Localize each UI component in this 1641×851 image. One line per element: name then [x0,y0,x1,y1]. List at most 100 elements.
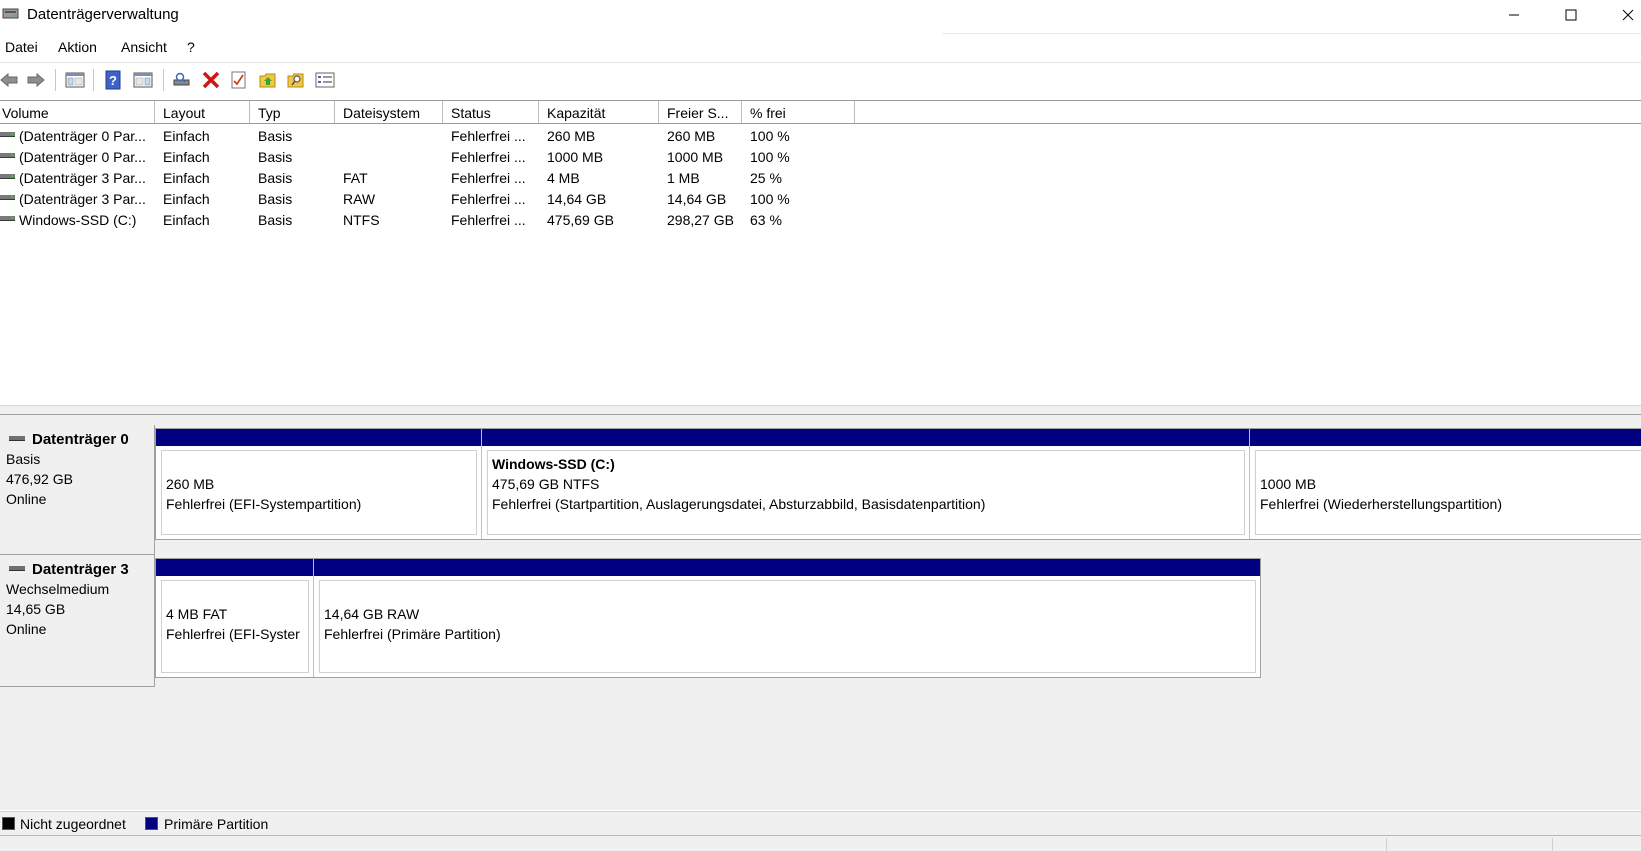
partition-status: Fehlerfrei (EFI-Systempartition) [166,496,362,512]
partition-type-bar [482,429,1249,446]
legend-label-unallocated: Nicht zugeordnet [20,816,126,832]
show-hide-console-tree-button[interactable] [63,68,87,92]
back-button[interactable] [0,68,21,92]
title-bar: Datenträgerverwaltung [0,0,1641,30]
cell-status: Fehlerfrei ... [451,170,526,186]
close-icon [1622,9,1634,21]
partition-info: 4 MB FAT Fehlerfrei (EFI-Syster [161,580,309,673]
menu-ansicht[interactable]: Ansicht [121,39,167,55]
toolbar-separator [93,69,94,91]
table-row[interactable]: (Datenträger 0 Par... Einfach Basis Fehl… [0,126,900,147]
partition-raw[interactable]: 14,64 GB RAW Fehlerfrei (Primäre Partiti… [314,559,1260,677]
column-header-volume[interactable]: Volume [0,101,155,123]
drive-icon [0,216,15,221]
partition-title: Windows-SSD (C:) [492,456,615,472]
partition-status: Fehlerfrei (Startpartition, Auslagerungs… [492,496,986,512]
disk-state: Online [6,491,47,507]
properties-button[interactable] [313,68,337,92]
cell-layout: Einfach [163,170,210,186]
minimize-icon [1509,14,1519,16]
column-header-prozent-frei[interactable]: % frei [742,101,855,123]
partition-info: 260 MB Fehlerfrei (EFI-Systempartition) [161,450,477,535]
close-button[interactable] [1605,0,1641,30]
console-tree-icon [65,72,85,88]
cell-layout: Einfach [163,212,210,228]
pane-splitter[interactable] [0,405,1641,415]
checklist-icon [231,71,246,89]
cell-kapazitaet: 14,64 GB [547,191,607,207]
disk-icon [9,436,25,441]
details-pane-button[interactable] [131,68,155,92]
folder-search-icon [287,73,304,88]
cell-typ: Basis [258,149,293,165]
menu-datei[interactable]: Datei [5,39,38,55]
disk-3-partitions: 4 MB FAT Fehlerfrei (EFI-Syster 14,64 GB… [155,558,1261,678]
minimize-button[interactable] [1491,0,1537,30]
table-row[interactable]: Windows-SSD (C:) Einfach Basis NTFS Fehl… [0,210,900,231]
table-row[interactable]: (Datenträger 0 Par... Einfach Basis Fehl… [0,147,900,168]
help-icon: ? [105,70,121,90]
cell-typ: Basis [258,128,293,144]
partition-size: 4 MB FAT [166,606,228,622]
legend-label-primary: Primäre Partition [164,816,269,832]
cell-volume: (Datenträger 3 Par... [19,191,146,207]
disk-0-partitions: 260 MB Fehlerfrei (EFI-Systempartition) … [155,428,1641,540]
cell-freier-speicher: 260 MB [667,128,716,144]
partition-efi-fat[interactable]: 4 MB FAT Fehlerfrei (EFI-Syster [156,559,314,677]
disk-state: Online [6,621,47,637]
partition-efi[interactable]: 260 MB Fehlerfrei (EFI-Systempartition) [156,429,482,539]
disk-type: Basis [6,451,41,467]
rescan-disks-icon [173,72,190,86]
table-row[interactable]: (Datenträger 3 Par... Einfach Basis RAW … [0,189,900,210]
column-header-status[interactable]: Status [443,101,539,123]
cell-freier-speicher: 14,64 GB [667,191,727,207]
table-row[interactable]: (Datenträger 3 Par... Einfach Basis FAT … [0,168,900,189]
disk-3-label[interactable]: Datenträger 3 Wechselmedium 14,65 GB Onl… [0,555,155,687]
cell-status: Fehlerfrei ... [451,191,526,207]
disk-name: Datenträger 3 [32,561,129,578]
folder-up-button[interactable] [256,68,280,92]
column-header-typ[interactable]: Typ [250,101,335,123]
column-header-freier-speicher[interactable]: Freier S... [659,101,742,123]
partition-title [166,586,308,606]
disk-type: Wechselmedium [6,581,110,597]
column-header-dateisystem[interactable]: Dateisystem [335,101,443,123]
partition-windows-ssd[interactable]: Windows-SSD (C:) 475,69 GB NTFS Fehlerfr… [482,429,1250,539]
cell-typ: Basis [258,191,293,207]
partition-type-bar [1250,429,1641,446]
delete-icon [202,71,220,89]
list-header: Volume Layout Typ Dateisystem Status Kap… [0,100,1641,124]
partition-title [324,586,1255,606]
status-separator [1386,838,1387,851]
delete-button[interactable] [199,68,223,92]
cell-status: Fehlerfrei ... [451,128,526,144]
rescan-disks-button[interactable] [170,68,194,92]
partition-title [1260,456,1641,476]
help-button[interactable]: ? [101,68,125,92]
column-header-kapazitaet[interactable]: Kapazität [539,101,659,123]
forward-button[interactable] [24,68,48,92]
drive-icon [0,153,15,158]
maximize-button[interactable] [1548,0,1594,30]
partition-status: Fehlerfrei (Wiederherstellungspartition) [1260,496,1502,512]
disk-0-label[interactable]: Datenträger 0 Basis 476,92 GB Online [0,425,155,555]
legend: Nicht zugeordnet Primäre Partition [0,811,1641,835]
disk-name: Datenträger 0 [32,431,129,448]
back-arrow-icon [0,72,18,88]
cell-freier-speicher: 1 MB [667,170,700,186]
cell-layout: Einfach [163,128,210,144]
partition-recovery[interactable]: 1000 MB Fehlerfrei (Wiederherstellungspa… [1250,429,1641,539]
menu-help[interactable]: ? [187,39,195,55]
partition-size: 475,69 GB NTFS [492,476,600,492]
legend-swatch-unallocated [2,817,15,830]
column-header-layout[interactable]: Layout [155,101,250,123]
drive-icon [0,132,15,137]
cell-prozent-frei: 63 % [750,212,782,228]
folder-search-button[interactable] [284,68,308,92]
properties-icon [315,72,335,88]
forward-arrow-icon [27,72,45,88]
cell-volume: (Datenträger 0 Par... [19,128,146,144]
checklist-button[interactable] [227,68,251,92]
partition-type-bar [156,559,313,576]
menu-aktion[interactable]: Aktion [58,39,97,55]
